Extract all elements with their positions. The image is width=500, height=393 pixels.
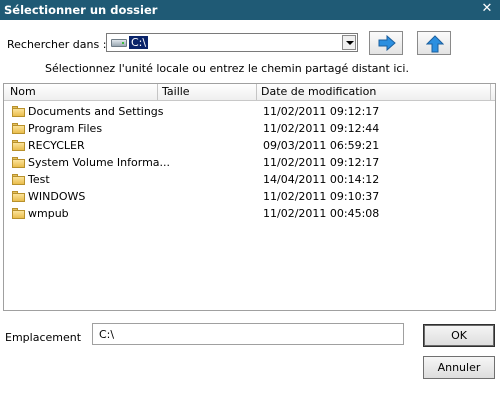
window-title: Sélectionner un dossier: [4, 3, 158, 17]
list-item[interactable]: WINDOWS 11/02/2011 09:10:37: [10, 188, 490, 205]
look-in-dropdown[interactable]: C:\: [106, 33, 358, 52]
folder-icon: [12, 191, 25, 202]
list-item[interactable]: System Volume Informa... 11/02/2011 09:1…: [10, 154, 490, 171]
ok-button[interactable]: OK: [423, 324, 495, 347]
item-date: 11/02/2011 09:10:37: [263, 190, 380, 203]
folder-icon: [12, 174, 25, 185]
folder-icon: [12, 106, 25, 117]
location-label: Emplacement: [5, 331, 82, 344]
hint-text: Sélectionnez l'unité locale ou entrez le…: [45, 62, 409, 75]
look-in-label: Rechercher dans :: [7, 38, 107, 51]
go-button[interactable]: [369, 31, 403, 55]
column-header-size[interactable]: Taille: [158, 84, 257, 100]
chevron-down-icon[interactable]: [342, 35, 356, 50]
drive-icon: [111, 39, 127, 47]
item-date: 14/04/2011 00:14:12: [263, 173, 380, 186]
arrow-right-icon: [378, 35, 396, 51]
item-date: 11/02/2011 09:12:44: [263, 122, 380, 135]
item-date: 11/02/2011 09:12:17: [263, 105, 380, 118]
title-bar: Sélectionner un dossier ✕: [0, 0, 500, 20]
look-in-value: C:\: [129, 36, 149, 49]
list-item[interactable]: Program Files 11/02/2011 09:12:44: [10, 120, 490, 137]
list-item[interactable]: wmpub 11/02/2011 00:45:08: [10, 205, 490, 222]
item-name: wmpub: [28, 207, 69, 220]
arrow-up-icon: [426, 35, 444, 53]
item-date: 11/02/2011 00:45:08: [263, 207, 380, 220]
up-folder-button[interactable]: [417, 31, 451, 55]
item-name: Documents and Settings: [28, 105, 164, 118]
item-name: Program Files: [28, 122, 103, 135]
item-name: System Volume Informa...: [28, 156, 171, 169]
folder-icon: [12, 140, 25, 151]
folder-icon: [12, 157, 25, 168]
item-name: RECYCLER: [28, 139, 85, 152]
item-date: 11/02/2011 09:12:17: [263, 156, 380, 169]
item-date: 09/03/2011 06:59:21: [263, 139, 380, 152]
list-item[interactable]: RECYCLER 09/03/2011 06:59:21: [10, 137, 490, 154]
list-header: Nom Taille Date de modification: [4, 84, 495, 101]
close-button[interactable]: ✕: [480, 2, 494, 16]
location-input[interactable]: [92, 323, 404, 345]
folder-icon: [12, 123, 25, 134]
list-item[interactable]: Documents and Settings 11/02/2011 09:12:…: [10, 103, 490, 120]
column-header-name[interactable]: Nom: [6, 84, 158, 100]
column-header-date[interactable]: Date de modification: [257, 84, 491, 100]
folder-icon: [12, 208, 25, 219]
list-item[interactable]: Test 14/04/2011 00:14:12: [10, 171, 490, 188]
item-name: Test: [28, 173, 50, 186]
cancel-button[interactable]: Annuler: [423, 356, 495, 379]
file-list[interactable]: Nom Taille Date de modification Document…: [3, 83, 496, 311]
item-name: WINDOWS: [28, 190, 86, 203]
